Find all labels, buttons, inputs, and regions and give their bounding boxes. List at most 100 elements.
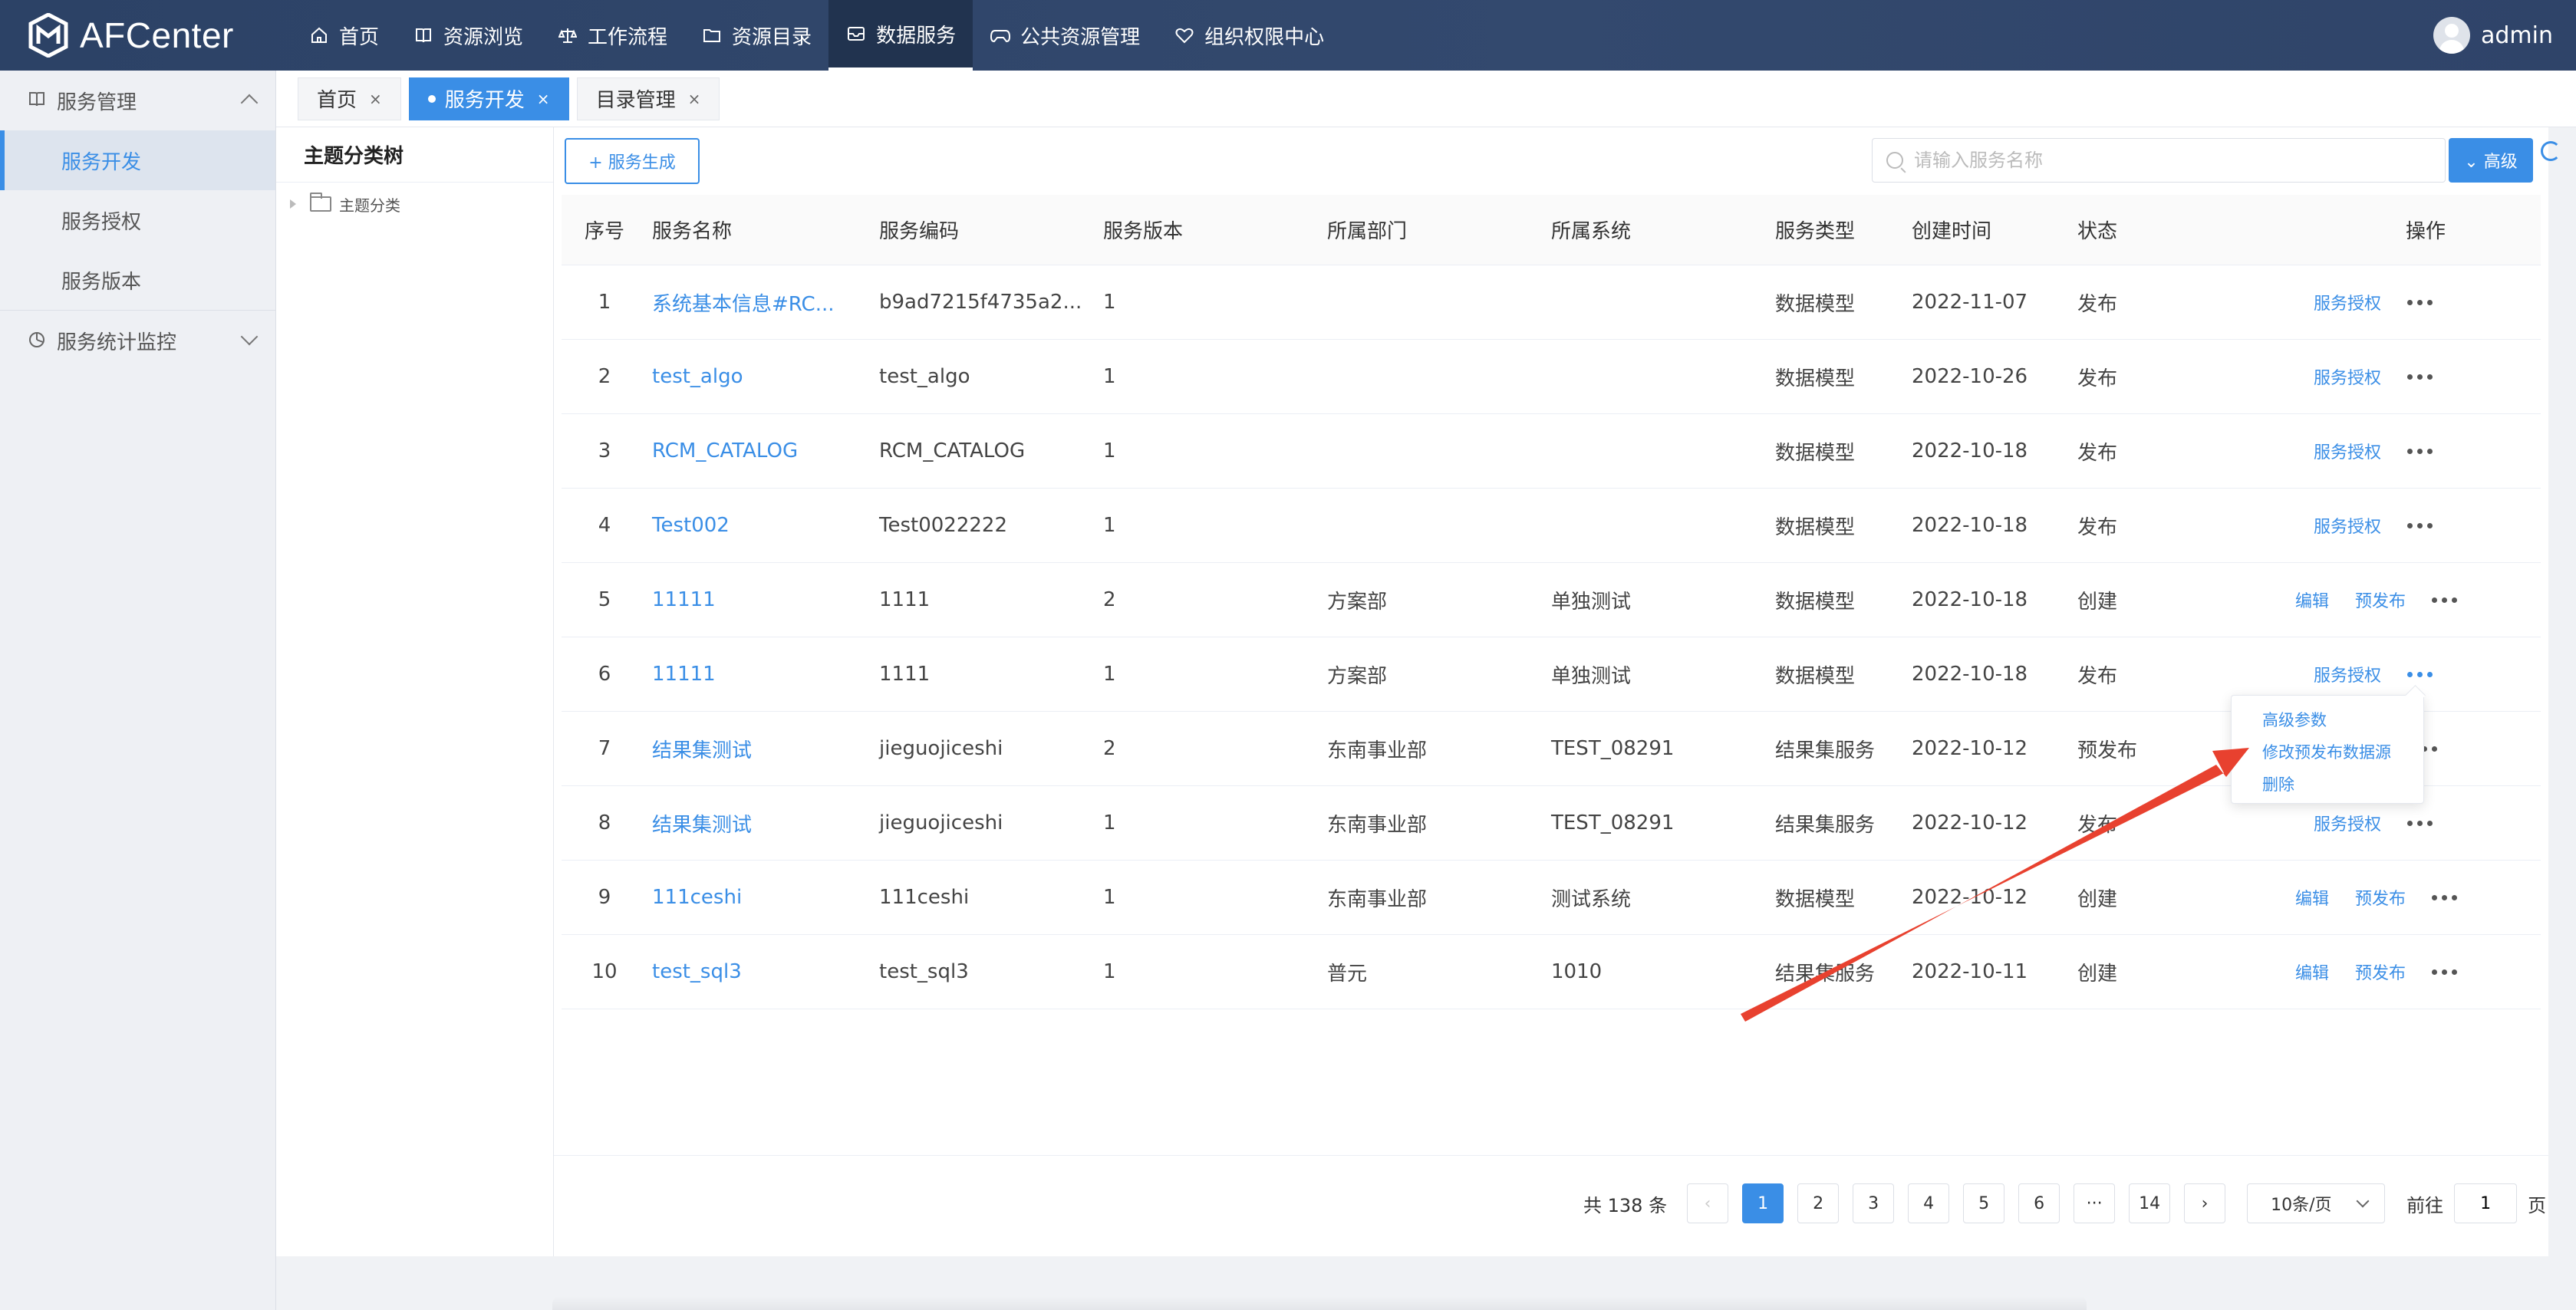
- cell-name[interactable]: 系统基本信息#RC...: [647, 288, 875, 317]
- cell-code: 1111: [879, 588, 931, 611]
- row-actions: 编辑 预发布: [2295, 861, 2483, 934]
- more-icon[interactable]: [2432, 597, 2458, 603]
- page-button[interactable]: 5: [1963, 1183, 2005, 1223]
- service-auth-link[interactable]: 服务授权: [2314, 662, 2381, 686]
- caret-right-icon[interactable]: [290, 199, 296, 209]
- cell-name[interactable]: 111ceshi: [647, 886, 875, 909]
- cell-name[interactable]: test_sql3: [647, 960, 875, 983]
- sidebar-group-service-management[interactable]: 服务管理: [0, 71, 275, 130]
- nav-resource-browse-label: 资源浏览: [443, 25, 524, 49]
- service-auth-link[interactable]: 服务授权: [2314, 290, 2381, 314]
- cell-sys: 单独测试: [1551, 590, 1632, 614]
- prepublish-link[interactable]: 预发布: [2355, 588, 2406, 612]
- more-icon[interactable]: [2407, 448, 2433, 454]
- prepublish-link[interactable]: 预发布: [2355, 885, 2406, 910]
- prepublish-link[interactable]: 预发布: [2355, 959, 2406, 984]
- app-logo[interactable]: AFCenter: [0, 12, 292, 58]
- cell-time: 2022-10-18: [1912, 588, 2028, 611]
- edit-link[interactable]: 编辑: [2295, 588, 2329, 612]
- pagination-controls: 共 138 条 ‹ 1 2 3 4 5 6 ··· 14 › 10条/页 前往 …: [1583, 1183, 2546, 1223]
- page-size-select[interactable]: 10条/页: [2247, 1183, 2386, 1223]
- sidebar-item-service-auth[interactable]: 服务授权: [0, 190, 275, 250]
- cell-dept: 东南事业部: [1327, 813, 1428, 837]
- menu-item-edit-prepublish-datasource[interactable]: 修改预发布数据源: [2232, 736, 2423, 768]
- service-auth-link[interactable]: 服务授权: [2314, 364, 2381, 389]
- page-button[interactable]: 6: [2018, 1183, 2060, 1223]
- close-icon[interactable]: ×: [688, 90, 701, 108]
- search-icon: [1886, 152, 1903, 169]
- cell-time: 2022-10-12: [1912, 811, 2028, 834]
- tree-node-root[interactable]: 主题分类: [276, 183, 553, 225]
- cell-code: test_algo: [879, 365, 970, 388]
- tab-catalog-management[interactable]: 目录管理 ×: [576, 77, 720, 120]
- cell-name[interactable]: test_algo: [647, 365, 875, 388]
- close-icon[interactable]: ×: [369, 90, 382, 108]
- cell-name[interactable]: Test002: [647, 514, 875, 537]
- menu-item-delete[interactable]: 删除: [2232, 768, 2423, 800]
- tab-service-dev[interactable]: 服务开发 ×: [408, 77, 569, 120]
- service-generate-button[interactable]: + 服务生成: [565, 138, 700, 184]
- sidebar-item-service-version[interactable]: 服务版本: [0, 250, 275, 310]
- more-icon[interactable]: [2407, 374, 2433, 380]
- more-icon[interactable]: [2407, 522, 2433, 528]
- cell-name[interactable]: 11111: [647, 588, 875, 611]
- close-icon[interactable]: ×: [537, 90, 550, 108]
- nav-data-service[interactable]: 数据服务: [828, 0, 973, 71]
- nav-workflow-label: 工作流程: [588, 25, 668, 49]
- more-icon[interactable]: [2407, 299, 2433, 305]
- top-navbar: AFCenter 首页 资源浏览 工作流程 资源目录 数据服务 公共资源管理 组…: [0, 0, 2576, 71]
- nav-home[interactable]: 首页: [292, 0, 396, 71]
- page-button[interactable]: 4: [1908, 1183, 1950, 1223]
- cell-sys: 单独测试: [1551, 664, 1632, 688]
- user-menu[interactable]: admin: [2433, 0, 2553, 71]
- cell-code: 111ceshi: [879, 886, 970, 909]
- advanced-search-button[interactable]: ⌄ 高级: [2449, 138, 2533, 183]
- cell-no: 5: [598, 588, 611, 611]
- edit-link[interactable]: 编辑: [2295, 959, 2329, 984]
- service-auth-link[interactable]: 服务授权: [2314, 811, 2381, 835]
- page-ellipsis-button[interactable]: ···: [2074, 1183, 2116, 1223]
- cell-ver: 1: [1103, 886, 1116, 909]
- service-auth-link[interactable]: 服务授权: [2314, 513, 2381, 538]
- nav-resource-catalog[interactable]: 资源目录: [684, 0, 828, 71]
- refresh-icon[interactable]: [2541, 141, 2561, 161]
- nav-resource-browse[interactable]: 资源浏览: [396, 0, 540, 71]
- prev-page-button[interactable]: ‹: [1687, 1183, 1729, 1223]
- cell-name[interactable]: 11111: [647, 663, 875, 686]
- more-icon[interactable]: [2432, 894, 2458, 900]
- cell-time: 2022-10-12: [1912, 886, 2028, 909]
- cell-name[interactable]: RCM_CATALOG: [647, 439, 875, 462]
- cell-name[interactable]: 结果集测试: [647, 735, 875, 763]
- search-input[interactable]: [1914, 150, 2420, 171]
- total-count: 共 138 条: [1583, 1194, 1668, 1216]
- cell-type: 结果集服务: [1775, 739, 1876, 762]
- service-auth-link[interactable]: 服务授权: [2314, 439, 2381, 463]
- next-page-button[interactable]: ›: [2184, 1183, 2226, 1223]
- more-icon[interactable]: [2407, 820, 2433, 826]
- more-icon[interactable]: [2432, 969, 2458, 975]
- page-button[interactable]: 3: [1853, 1183, 1895, 1223]
- tab-home[interactable]: 首页 ×: [298, 77, 401, 120]
- pagination: 共 138 条 ‹ 1 2 3 4 5 6 ··· 14 › 10条/页 前往 …: [554, 1155, 2548, 1224]
- page-button[interactable]: 2: [1797, 1183, 1840, 1223]
- cell-sys: 1010: [1551, 960, 1603, 983]
- cell-no: 3: [598, 439, 611, 462]
- page-button[interactable]: 1: [1742, 1183, 1784, 1223]
- goto-page-input[interactable]: [2454, 1183, 2518, 1223]
- more-icon[interactable]: [2407, 671, 2433, 677]
- menu-item-advanced-params[interactable]: 高级参数: [2232, 703, 2423, 736]
- cell-code: 1111: [879, 663, 931, 686]
- sidebar-item-service-dev[interactable]: 服务开发: [0, 130, 275, 190]
- edit-link[interactable]: 编辑: [2295, 885, 2329, 910]
- col-header: 服务编码: [879, 220, 960, 243]
- cell-name[interactable]: 结果集测试: [647, 809, 875, 838]
- nav-public-resource[interactable]: 公共资源管理: [973, 0, 1157, 71]
- cell-no: 8: [598, 811, 611, 834]
- page-button[interactable]: 14: [2129, 1183, 2171, 1223]
- folder-icon: [310, 193, 331, 212]
- cell-no: 6: [598, 663, 611, 686]
- nav-workflow[interactable]: 工作流程: [540, 0, 684, 71]
- nav-org-permission[interactable]: 组织权限中心: [1157, 0, 1341, 71]
- sidebar-group-service-monitor[interactable]: 服务统计监控: [0, 311, 275, 370]
- pie-chart-icon: [28, 330, 49, 351]
